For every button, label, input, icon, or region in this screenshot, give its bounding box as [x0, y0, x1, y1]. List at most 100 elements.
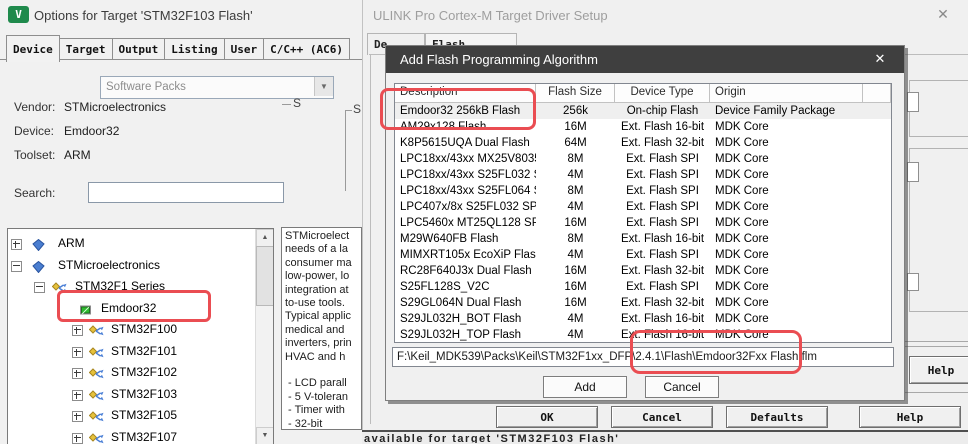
tab-output[interactable]: Output [112, 38, 166, 59]
column-header-origin[interactable]: Origin [710, 84, 863, 102]
expand-icon[interactable] [72, 325, 83, 336]
tree-item-emdoor32[interactable]: Emdoor32 [8, 298, 256, 320]
ulink-buttons: OK Cancel Defaults Help [496, 406, 961, 428]
cell: K8P5615UQA Dual Flash [395, 135, 536, 151]
table-row[interactable]: S29JL032H_BOT Flash4MExt. Flash 16-bitMD… [395, 311, 891, 327]
column-header-description[interactable]: Description [395, 84, 536, 102]
cell-stub [863, 215, 891, 231]
column-header-stub [863, 84, 891, 102]
device-tree-box: ARMSTMicroelectronicsSTM32F1 SeriesEmdoo… [7, 228, 274, 444]
tree-item-stm32f105[interactable]: STM32F105 [8, 405, 256, 427]
cell-stub [863, 279, 891, 295]
cell: MDK Core [710, 199, 863, 215]
chevron-down-icon[interactable]: ▼ [314, 77, 333, 96]
tree-item-stm32f100[interactable]: STM32F100 [8, 319, 256, 341]
cell: MDK Core [710, 247, 863, 263]
description-line: medical and [285, 324, 361, 337]
cell: MDK Core [710, 327, 863, 343]
build-output-text: available for target 'STM32F103 Flash' [364, 432, 968, 443]
device-field-toolset: Toolset:ARM [14, 148, 344, 172]
cell: LPC407x/8x S25FL032 SPIFI [395, 199, 536, 215]
tab-device[interactable]: Device [6, 35, 60, 62]
cell: Ext. Flash 32-bit [615, 135, 710, 151]
series-icon [89, 432, 104, 444]
tree-item-stm32f101[interactable]: STM32F101 [8, 341, 256, 363]
search-input[interactable] [88, 182, 284, 203]
table-row[interactable]: S25FL128S_V2C16MExt. Flash SPIMDK Core [395, 279, 891, 295]
tree-label: Emdoor32 [101, 298, 156, 320]
cell: RC28F640J3x Dual Flash [395, 263, 536, 279]
group-box-fragment-line [282, 104, 291, 105]
button-defaults[interactable]: Defaults [726, 406, 828, 428]
table-row[interactable]: S29JL032H_TOP Flash4MExt. Flash 16-bitMD… [395, 327, 891, 343]
table-row[interactable]: LPC18xx/43xx S25FL064 SP...8MExt. Flash … [395, 183, 891, 199]
cell: 256k [536, 103, 615, 119]
expand-icon[interactable] [72, 390, 83, 401]
table-row[interactable]: RC28F640J3x Dual Flash16MExt. Flash 32-b… [395, 263, 891, 279]
table-row[interactable]: LPC5460x MT25QL128 SPIFI16MExt. Flash SP… [395, 215, 891, 231]
column-header-flash-size[interactable]: Flash Size [536, 84, 615, 102]
tab-page-border-left [370, 54, 371, 424]
expand-icon[interactable] [72, 368, 83, 379]
expand-icon[interactable] [11, 239, 22, 250]
table-row[interactable]: AM29x128 Flash16MExt. Flash 16-bitMDK Co… [395, 119, 891, 135]
button-ok[interactable]: OK [496, 406, 598, 428]
cell: Ext. Flash SPI [615, 215, 710, 231]
collapse-icon[interactable] [11, 261, 22, 272]
tree-item-stm32f107[interactable]: STM32F107 [8, 427, 256, 444]
cell-stub [863, 151, 891, 167]
cell: On-chip Flash [615, 103, 710, 119]
scroll-up-icon[interactable]: ▲ [256, 229, 274, 247]
help-button-side[interactable]: Help [909, 356, 968, 384]
tree-scrollbar[interactable]: ▲ ▼ [255, 229, 273, 444]
tree-item-arm[interactable]: ARM [8, 233, 256, 255]
cell-stub [863, 311, 891, 327]
tab-c-c-ac6[interactable]: C/C++ (AC6) [263, 38, 350, 59]
scrollbar-thumb[interactable] [256, 246, 274, 306]
tab-target[interactable]: Target [59, 38, 113, 59]
button-cancel[interactable]: Cancel [611, 406, 713, 428]
tree-item-stmicroelectronics[interactable]: STMicroelectronics [8, 255, 256, 277]
cell: Ext. Flash SPI [615, 167, 710, 183]
tree-item-stm32f1-series[interactable]: STM32F1 Series [8, 276, 256, 298]
tab-user[interactable]: User [224, 38, 265, 59]
cell-stub [863, 167, 891, 183]
add-dialog-title: Add Flash Programming Algorithm [400, 52, 598, 67]
column-header-device-type[interactable]: Device Type [615, 84, 710, 102]
table-row[interactable]: S29GL064N Dual Flash16MExt. Flash 32-bit… [395, 295, 891, 311]
add-button[interactable]: Add [543, 376, 627, 398]
cell-stub [863, 327, 891, 343]
table-row[interactable]: K8P5615UQA Dual Flash64MExt. Flash 32-bi… [395, 135, 891, 151]
description-line: integration at [285, 284, 361, 297]
control-fragment [907, 92, 919, 112]
table-row[interactable]: MIMXRT105x EcoXiP Flash4MExt. Flash SPIM… [395, 247, 891, 263]
cell: Ext. Flash 16-bit [615, 231, 710, 247]
expand-icon[interactable] [72, 411, 83, 422]
button-help[interactable]: Help [859, 406, 961, 428]
table-row[interactable]: Emdoor32 256kB Flash256kOn-chip FlashDev… [395, 103, 891, 119]
table-row[interactable]: LPC407x/8x S25FL032 SPIFI4MExt. Flash SP… [395, 199, 891, 215]
close-icon[interactable]: ✕ [870, 51, 890, 67]
collapse-icon[interactable] [34, 282, 45, 293]
device-field-device: Device:Emdoor32 [14, 124, 344, 148]
table-row[interactable]: LPC18xx/43xx S25FL032 SP...4MExt. Flash … [395, 167, 891, 183]
expand-icon[interactable] [72, 347, 83, 358]
add-dialog-titlebar[interactable]: Add Flash Programming Algorithm ✕ [386, 46, 904, 73]
close-icon[interactable]: ✕ [933, 6, 953, 23]
options-tab-strip: DeviceTargetOutputListingUserC/C++ (AC6) [6, 38, 349, 64]
tree-item-stm32f103[interactable]: STM32F103 [8, 384, 256, 406]
cell: 4M [536, 327, 615, 343]
tree-item-stm32f102[interactable]: STM32F102 [8, 362, 256, 384]
tab-listing[interactable]: Listing [164, 38, 224, 59]
cell: MDK Core [710, 231, 863, 247]
search-label: Search: [14, 186, 55, 200]
expand-icon[interactable] [72, 433, 83, 444]
cancel-button[interactable]: Cancel [645, 376, 719, 398]
cell: MDK Core [710, 311, 863, 327]
cell: S25FL128S_V2C [395, 279, 536, 295]
table-row[interactable]: LPC18xx/43xx MX25V8035F...8MExt. Flash S… [395, 151, 891, 167]
scroll-down-icon[interactable]: ▼ [256, 427, 274, 444]
keil-uvision-icon: V [8, 6, 29, 23]
table-row[interactable]: M29W640FB Flash8MExt. Flash 16-bitMDK Co… [395, 231, 891, 247]
algorithm-path-field[interactable]: F:\Keil_MDK539\Packs\Keil\STM32F1xx_DFP\… [392, 347, 894, 367]
